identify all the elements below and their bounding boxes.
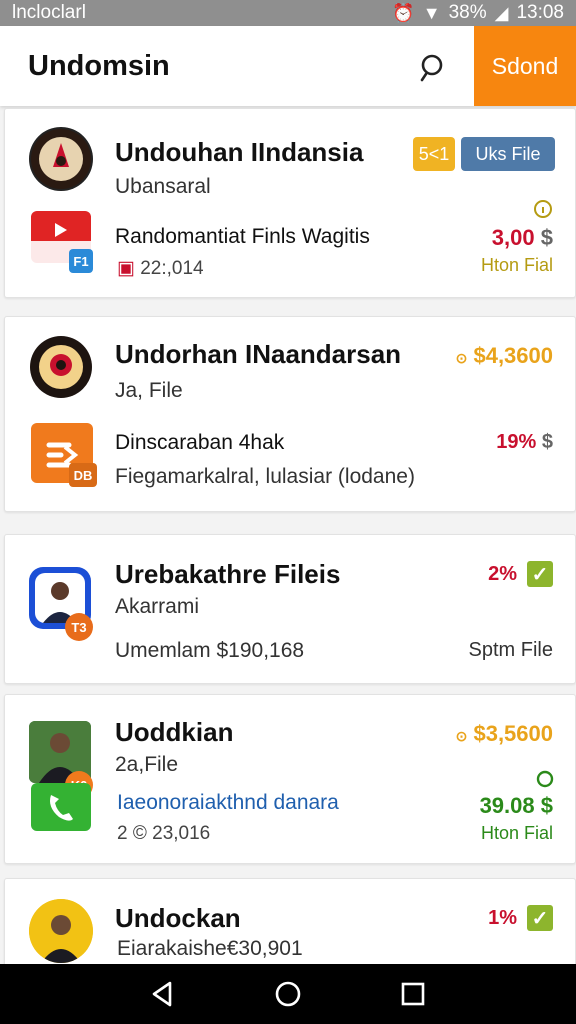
item-description: Eiarakaishe€30,901 [117,937,303,960]
search-icon [420,54,443,82]
item-description: Randomantiat Finls Wagitis [115,225,370,248]
item-value-text: 19% [496,431,537,453]
item-meta-text: 22:,014 [140,258,204,279]
status-icons: ⏰ ▼ 38% ◢ 13:08 [392,2,564,24]
item-title: Undockan [115,903,241,933]
item-value-note: Sptm File [468,639,553,661]
coin-icon: ⊙ [455,350,468,366]
calendar-icon: ▣ [117,258,135,279]
item-meta: Fiegamarkalral, lulasiar (lodane) [115,465,415,488]
currency-icon: $ [540,225,553,250]
checkbox-checked[interactable]: ✓ [527,905,553,931]
item-value: 39.08 $ [480,793,553,819]
search-button[interactable] [412,46,456,90]
signal-icon: ◢ [494,3,509,23]
item-description: Umemlam $190,168 [115,639,305,662]
info-icon [534,200,552,218]
clock-label: 13:08 [516,2,564,23]
item-value-top: ⊙ $4,3600 [456,343,553,369]
avatar [29,127,93,191]
home-icon[interactable] [273,979,303,1009]
item-value-note: Hton Fial [480,255,553,275]
list-item[interactable]: T3 Urebakathre Fileis Akarrami Umemlam $… [4,534,576,684]
file-badge[interactable]: Uks File [461,137,555,171]
recents-icon[interactable] [398,979,428,1009]
tile-badge: F1 [69,249,93,273]
item-value-text: 39.08 [479,793,535,818]
tile-badge: DB [69,463,97,487]
status-bar: lncloclarl ⏰ ▼ 38% ◢ 13:08 [0,0,576,26]
item-subtitle: 2a,File [115,753,179,776]
item-value: 2% [488,563,517,585]
avatar [29,335,93,399]
currency-icon: $ [541,431,553,453]
item-value: 19% $ [496,431,553,454]
checkbox-checked[interactable]: ✓ [527,561,553,587]
item-value-top-text: $3,5600 [473,721,553,746]
item-title: Undorhan INaandarsan [115,339,402,369]
list-item[interactable]: Undockan Eiarakaishe€30,901 1% ✓ [4,878,576,978]
avatar-badge: T3 [65,613,93,641]
refresh-icon [536,770,554,788]
item-subtitle: Ja, File [115,379,183,402]
item-subtitle: Akarrami [115,595,200,618]
item-meta: 2 © 23,016 [117,823,211,844]
coin-icon: ⊙ [455,728,468,744]
item-title: Urebakathre Fileis [115,559,341,589]
carrier-label: lncloclarl [12,2,86,23]
send-button[interactable]: Sdond [474,26,576,106]
item-value: 1% [488,907,517,929]
list-item[interactable]: K0 Uoddkian 2a,File Iaeonoraiakthnd dana… [4,694,576,864]
item-description: Dinscaraban 4hak [115,431,285,454]
phone-app-icon [31,783,91,831]
back-icon[interactable] [148,979,178,1009]
tag-badge[interactable]: 5<1 [413,137,455,171]
item-subtitle: Ubansaral [115,175,211,198]
alarm-icon: ⏰ [392,3,415,23]
item-value-note: Hton Fial [480,823,553,843]
list-item[interactable]: Undouhan IIndansia Ubansaral 5<1 Uks Fil… [4,108,576,298]
avatar [29,899,93,963]
item-value-text: 3,00 [491,225,535,250]
item-value-top-text: $4,3600 [473,343,553,368]
item-title: Undouhan IIndansia [115,137,364,167]
app-title: Undomsin [28,50,170,82]
item-description: Iaeonoraiakthnd danara [117,791,339,814]
item-title: Uoddkian [115,717,234,747]
item-value-top: ⊙ $3,5600 [456,721,553,747]
list-item[interactable]: Undorhan INaandarsan Ja, File ⊙ $4,3600 … [4,316,576,512]
currency-icon: $ [540,793,553,818]
system-nav-bar [0,964,576,1024]
app-bar: Undomsin Sdond [0,26,576,106]
wifi-icon: ▼ [422,3,441,23]
item-meta: ▣ 22:,014 [117,257,204,280]
item-value: 3,00 $ [492,225,553,251]
battery-label: 38% [448,2,487,23]
